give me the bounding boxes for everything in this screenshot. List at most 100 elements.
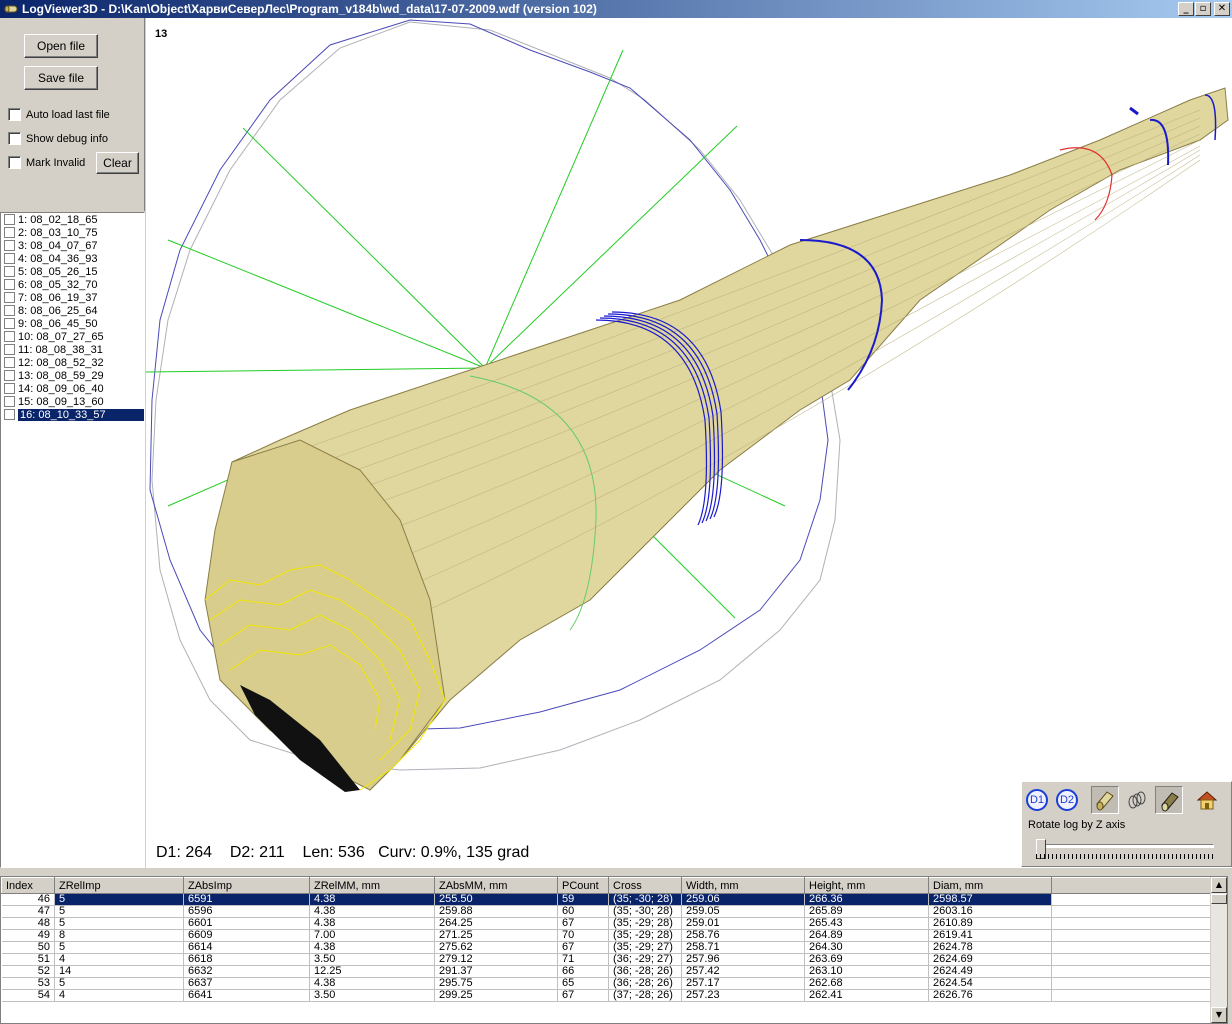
clear-button[interactable]: Clear — [96, 152, 139, 174]
table-row[interactable]: 48 5 6601 4.38 264.25 67 (35; -29; 28) 259.01 26… — [1, 917, 1212, 930]
file-list[interactable]: 1: 08_02_18_65 2: 08_03_10_75 3: 08_04_07_… — [0, 212, 145, 868]
file-list-item-checkbox[interactable] — [4, 279, 15, 290]
file-list-item-checkbox[interactable] — [4, 305, 15, 316]
file-list-item-checkbox[interactable] — [4, 396, 15, 407]
table-row[interactable]: 50 5 6614 4.38 275.62 67 (35; -29; 27) 258.71 26… — [1, 941, 1212, 954]
d1-button[interactable]: D1 — [1023, 786, 1051, 814]
file-list-item[interactable]: 13: 08_08_59_29 — [1, 369, 144, 382]
table-cell: (35; -30; 28) — [608, 905, 682, 918]
file-list-item[interactable]: 6: 08_05_32_70 — [1, 278, 144, 291]
file-list-item[interactable]: 3: 08_04_07_67 — [1, 239, 144, 252]
file-list-item[interactable]: 7: 08_06_19_37 — [1, 291, 144, 304]
table-column-header[interactable]: ZRelMM, mm — [309, 877, 435, 894]
file-list-item-label: 16: 08_10_33_57 — [18, 408, 144, 421]
file-list-item[interactable]: 15: 08_09_13_60 — [1, 395, 144, 408]
open-file-button[interactable]: Open file — [24, 34, 98, 58]
file-list-item-checkbox[interactable] — [4, 331, 15, 342]
table-cell: 53 — [1, 977, 55, 990]
file-list-item-label: 8: 08_06_25_64 — [18, 304, 98, 317]
table-column-header[interactable]: ZAbsImp — [183, 877, 310, 894]
table-row[interactable]: 47 5 6596 4.38 259.88 60 (35; -30; 28) 259.05 26… — [1, 905, 1212, 918]
file-list-item-checkbox[interactable] — [4, 292, 15, 303]
minimize-button[interactable]: _ — [1178, 2, 1194, 16]
file-list-item[interactable]: 2: 08_03_10_75 — [1, 226, 144, 239]
file-list-item-checkbox[interactable] — [4, 253, 15, 264]
table-column-header[interactable]: PCount — [557, 877, 609, 894]
table-row[interactable]: 53 5 6637 4.38 295.75 65 (36; -28; 26) 257.17 26… — [1, 977, 1212, 990]
table-column-header[interactable]: Cross — [608, 877, 682, 894]
table-cell: 66 — [557, 965, 609, 978]
table-cell: 71 — [557, 953, 609, 966]
file-list-item[interactable]: 12: 08_08_52_32 — [1, 356, 144, 369]
file-list-item-checkbox[interactable] — [4, 240, 15, 251]
file-list-item[interactable]: 5: 08_05_26_15 — [1, 265, 144, 278]
show-debug-checkbox[interactable]: Show debug info — [8, 132, 108, 145]
auto-load-checkbox-box[interactable] — [8, 108, 21, 121]
table-row[interactable]: 52 14 6632 12.25 291.37 66 (36; -28; 26) 257.42… — [1, 965, 1212, 978]
table-cell: (36; -28; 26) — [608, 977, 682, 990]
file-list-item[interactable]: 10: 08_07_27_65 — [1, 330, 144, 343]
table-row[interactable]: 54 4 6641 3.50 299.25 67 (37; -28; 26) 257.23 26… — [1, 989, 1212, 1002]
save-file-button[interactable]: Save file — [24, 66, 98, 90]
file-list-item-checkbox[interactable] — [4, 214, 15, 225]
table-cell: 265.43 — [804, 917, 929, 930]
table-cell: 4.38 — [309, 941, 435, 954]
section-data-table[interactable]: Index ZRelImp ZAbsImp ZRelMM, mm ZAbsMM, mm P… — [0, 876, 1228, 1024]
table-cell: 6601 — [183, 917, 310, 930]
mark-invalid-checkbox[interactable]: Mark Invalid — [8, 156, 85, 169]
table-row[interactable]: 51 4 6618 3.50 279.12 71 (36; -29; 27) 257.96 26… — [1, 953, 1212, 966]
file-list-item[interactable]: 1: 08_02_18_65 — [1, 213, 144, 226]
file-list-item[interactable]: 16: 08_10_33_57 — [1, 408, 144, 421]
file-list-item-checkbox[interactable] — [4, 318, 15, 329]
view-solid-button[interactable] — [1091, 786, 1119, 814]
table-vertical-scrollbar[interactable]: ▲ ▼ — [1210, 877, 1227, 1023]
file-list-item[interactable]: 11: 08_08_38_31 — [1, 343, 144, 356]
show-debug-checkbox-box[interactable] — [8, 132, 21, 145]
auto-load-checkbox[interactable]: Auto load last file — [8, 108, 110, 121]
home-view-button[interactable] — [1193, 786, 1221, 814]
table-column-header[interactable]: ZRelImp — [54, 877, 184, 894]
file-list-item-checkbox[interactable] — [4, 266, 15, 277]
table-cell: 54 — [1, 989, 55, 1002]
maximize-button[interactable]: ▫ — [1195, 2, 1211, 16]
scroll-up-arrow[interactable]: ▲ — [1211, 877, 1227, 893]
close-button[interactable]: ✕ — [1214, 2, 1230, 16]
table-column-header[interactable]: ZAbsMM, mm — [434, 877, 558, 894]
scroll-down-arrow[interactable]: ▼ — [1211, 1007, 1227, 1023]
table-cell: 271.25 — [434, 929, 558, 942]
table-cell: 275.62 — [434, 941, 558, 954]
file-list-item[interactable]: 14: 08_09_06_40 — [1, 382, 144, 395]
log-3d-render[interactable] — [146, 18, 1232, 868]
file-list-item-checkbox[interactable] — [4, 344, 15, 355]
table-cell: 46 — [1, 893, 55, 906]
table-column-header[interactable]: Width, mm — [681, 877, 805, 894]
d2-button[interactable]: D2 — [1053, 786, 1081, 814]
log-3d-viewport[interactable]: 13 D1: 264 D2: 211 Len: 536 Curv: 0.9%, … — [146, 18, 1232, 868]
frame-number: 13 — [155, 28, 168, 40]
table-cell: 263.10 — [804, 965, 929, 978]
file-list-item[interactable]: 9: 08_06_45_50 — [1, 317, 144, 330]
table-column-header[interactable]: Index — [1, 877, 55, 894]
table-row[interactable]: 49 8 6609 7.00 271.25 70 (35; -29; 28) 258.76 26… — [1, 929, 1212, 942]
file-list-item-label: 7: 08_06_19_37 — [18, 291, 98, 304]
view-textured-button[interactable] — [1155, 786, 1183, 814]
file-list-item-checkbox[interactable] — [4, 370, 15, 381]
file-list-item-checkbox[interactable] — [4, 357, 15, 368]
table-column-header[interactable]: Height, mm — [804, 877, 929, 894]
table-row[interactable]: 46 5 6591 4.38 255.50 59 (35; -30; 28) 259.06 26… — [1, 893, 1212, 906]
file-list-item-checkbox[interactable] — [4, 383, 15, 394]
table-column-header[interactable]: Diam, mm — [928, 877, 1052, 894]
file-list-item-checkbox[interactable] — [4, 227, 15, 238]
file-list-item-label: 5: 08_05_26_15 — [18, 265, 98, 278]
view-rings-button[interactable] — [1123, 786, 1151, 814]
table-cell: 2624.49 — [928, 965, 1052, 978]
table-cell: (37; -28; 26) — [608, 989, 682, 1002]
table-cell: (35; -30; 28) — [608, 893, 682, 906]
table-cell: 4.38 — [309, 917, 435, 930]
scroll-thumb[interactable] — [1211, 894, 1227, 904]
file-list-item[interactable]: 4: 08_04_36_93 — [1, 252, 144, 265]
file-list-item[interactable]: 8: 08_06_25_64 — [1, 304, 144, 317]
rotate-slider[interactable] — [1036, 839, 1214, 861]
mark-invalid-checkbox-box[interactable] — [8, 156, 21, 169]
file-list-item-checkbox[interactable] — [4, 409, 15, 420]
